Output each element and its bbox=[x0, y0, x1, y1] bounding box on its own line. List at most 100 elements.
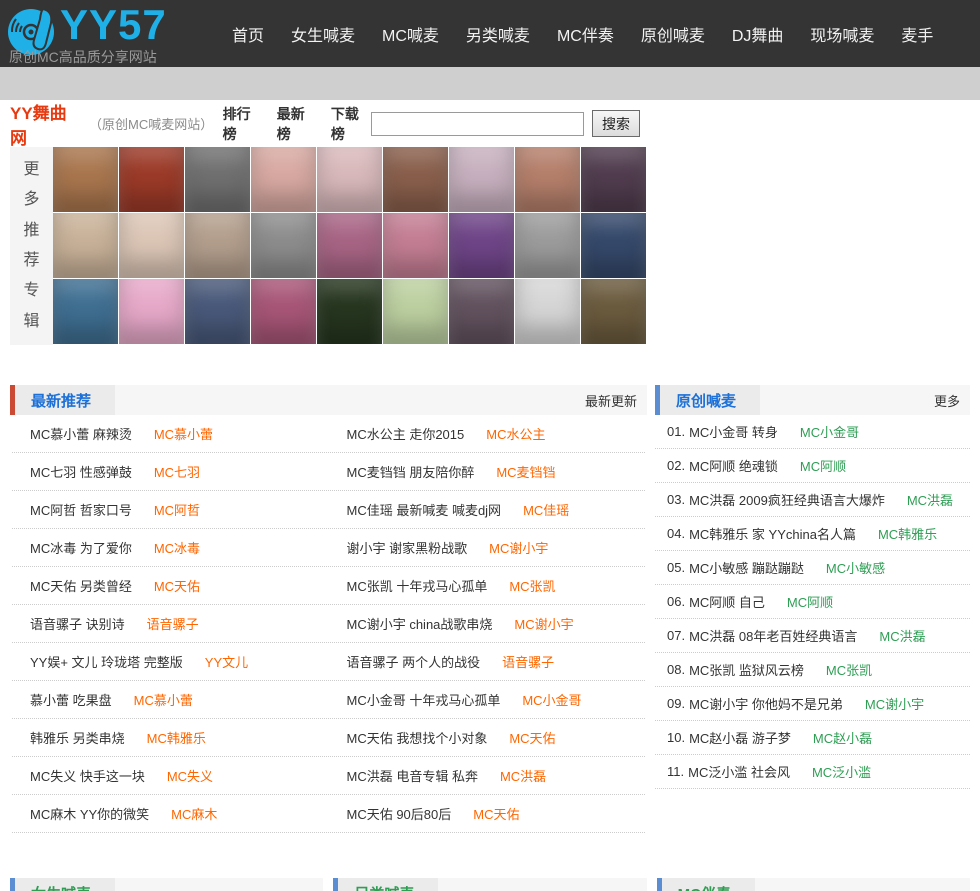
artist-link[interactable]: MC赵小磊 bbox=[813, 728, 872, 747]
rank-number: 08. bbox=[667, 662, 686, 677]
album-avatar[interactable] bbox=[53, 147, 118, 212]
rank-link-排行榜[interactable]: 排行榜 bbox=[223, 104, 263, 144]
album-avatar[interactable] bbox=[383, 213, 448, 278]
artist-link[interactable]: MC阿哲 bbox=[154, 500, 200, 519]
main-nav: 首页 女生喊麦 MC喊麦 另类喊麦 MC伴奏 原创喊麦 DJ舞曲 现场喊麦 麦手 bbox=[232, 22, 933, 46]
latest-more-link[interactable]: 最新更新 bbox=[585, 391, 647, 410]
artist-link[interactable]: MC失义 bbox=[167, 766, 213, 785]
artist-link[interactable]: MC洪磊 bbox=[879, 626, 925, 645]
album-avatar[interactable] bbox=[515, 147, 580, 212]
nav-item-MC喊麦[interactable]: MC喊麦 bbox=[382, 22, 439, 46]
more-albums-label: 更多推荐专辑 bbox=[10, 147, 53, 345]
album-avatar[interactable] bbox=[185, 279, 250, 344]
original-item: 05. MC小敏感 蹦跶蹦跶 MC小敏感 bbox=[655, 551, 970, 585]
album-avatar[interactable] bbox=[515, 213, 580, 278]
artist-link[interactable]: MC小敏感 bbox=[826, 558, 885, 577]
nav-item-MC伴奏[interactable]: MC伴奏 bbox=[557, 22, 614, 46]
album-avatar[interactable] bbox=[449, 213, 514, 278]
album-avatar[interactable] bbox=[53, 213, 118, 278]
song-title: MC佳瑶 最新喊麦 喊麦dj网 bbox=[346, 503, 502, 518]
latest-title-block: 最新推荐 bbox=[15, 385, 116, 415]
nav-item-麦手[interactable]: 麦手 bbox=[901, 22, 933, 46]
side-label-char: 辑 bbox=[23, 312, 40, 330]
album-avatar[interactable] bbox=[317, 213, 382, 278]
original-more-link[interactable]: 更多 bbox=[934, 391, 970, 410]
artist-link[interactable]: YY文儿 bbox=[205, 652, 248, 671]
album-avatar[interactable] bbox=[119, 213, 184, 278]
album-avatar[interactable] bbox=[449, 279, 514, 344]
site-logo[interactable]: YY57 原创MC高品质分享网站 bbox=[0, 0, 190, 67]
song-title: YY娱+ 文儿 玲珑塔 完整版 bbox=[30, 655, 183, 670]
nav-item-DJ舞曲[interactable]: DJ舞曲 bbox=[732, 22, 784, 46]
album-avatar[interactable] bbox=[515, 279, 580, 344]
main-content: 最新推荐 最新更新 MC慕小蕾 麻辣烫 MC慕小蕾 MC水公主 走你2015 MC水公… bbox=[10, 385, 970, 833]
artist-link[interactable]: MC天佑 bbox=[154, 576, 200, 595]
artist-link[interactable]: MC小金哥 bbox=[800, 422, 859, 441]
rank-number: 09. bbox=[667, 696, 686, 711]
artist-link[interactable]: MC韩雅乐 bbox=[878, 524, 937, 543]
original-item: 01. MC小金哥 转身 MC小金哥 bbox=[655, 415, 970, 449]
artist-link[interactable]: MC慕小蕾 bbox=[134, 690, 193, 709]
album-avatar[interactable] bbox=[53, 279, 118, 344]
search-button[interactable]: 搜索 bbox=[592, 110, 640, 137]
artist-link[interactable]: MC阿顺 bbox=[787, 592, 833, 611]
artist-link[interactable]: MC冰毒 bbox=[154, 538, 200, 557]
album-avatar[interactable] bbox=[317, 279, 382, 344]
artist-link[interactable]: MC小金哥 bbox=[522, 690, 581, 709]
latest-list: MC慕小蕾 麻辣烫 MC慕小蕾 MC水公主 走你2015 MC水公主 MC七羽 性感弹鼓… bbox=[10, 415, 647, 833]
nav-item-首页[interactable]: 首页 bbox=[232, 22, 264, 46]
song-title: MC小金哥 转身 bbox=[689, 425, 778, 440]
artist-link[interactable]: MC天佑 bbox=[509, 728, 555, 747]
artist-link[interactable]: MC韩雅乐 bbox=[147, 728, 206, 747]
album-avatar[interactable] bbox=[251, 279, 316, 344]
song-title: MC洪磊 电音专辑 私奔 bbox=[346, 769, 478, 784]
album-avatar[interactable] bbox=[383, 279, 448, 344]
artist-link[interactable]: MC麻木 bbox=[171, 804, 217, 823]
song-title: MC赵小磊 游子梦 bbox=[689, 731, 791, 746]
album-avatar[interactable] bbox=[185, 213, 250, 278]
search-area: 搜索 bbox=[371, 110, 640, 137]
artist-link[interactable]: MC谢小宇 bbox=[489, 538, 548, 557]
latest-item: 谢小宇 谢家黑粉战歌 MC谢小宇 bbox=[329, 538, 646, 557]
nav-item-另类喊麦[interactable]: 另类喊麦 bbox=[466, 22, 530, 46]
artist-link[interactable]: MC张凯 bbox=[826, 660, 872, 679]
artist-link[interactable]: MC水公主 bbox=[486, 424, 545, 443]
search-input[interactable] bbox=[371, 111, 584, 136]
artist-link[interactable]: MC七羽 bbox=[154, 462, 200, 481]
album-avatar[interactable] bbox=[119, 279, 184, 344]
nav-item-原创喊麦[interactable]: 原创喊麦 bbox=[641, 22, 705, 46]
artist-link[interactable]: MC麦铛铛 bbox=[496, 462, 555, 481]
nav-item-现场喊麦[interactable]: 现场喊麦 bbox=[810, 22, 874, 46]
artist-link[interactable]: MC洪磊 bbox=[500, 766, 546, 785]
rank-link-最新榜[interactable]: 最新榜 bbox=[277, 104, 317, 144]
artist-link[interactable]: 语音骡子 bbox=[147, 614, 199, 633]
artist-link[interactable]: MC谢小宇 bbox=[514, 614, 573, 633]
album-avatar[interactable] bbox=[449, 147, 514, 212]
song-title: 语音骡子 两个人的战役 bbox=[346, 655, 481, 670]
song-title: 谢小宇 谢家黑粉战歌 bbox=[346, 541, 468, 556]
album-avatar[interactable] bbox=[383, 147, 448, 212]
album-avatar[interactable] bbox=[581, 279, 646, 344]
song-title: MC韩雅乐 家 YYchina名人篇 bbox=[689, 527, 856, 542]
album-avatar[interactable] bbox=[581, 213, 646, 278]
artist-link[interactable]: 语音骡子 bbox=[502, 652, 554, 671]
artist-link[interactable]: MC张凯 bbox=[509, 576, 555, 595]
artist-link[interactable]: MC慕小蕾 bbox=[154, 424, 213, 443]
side-label-char: 推 bbox=[23, 221, 40, 239]
artist-link[interactable]: MC阿顺 bbox=[800, 456, 846, 475]
album-avatar[interactable] bbox=[185, 147, 250, 212]
artist-link[interactable]: MC天佑 bbox=[473, 804, 519, 823]
bottom-section-title: 另类喊麦 bbox=[354, 883, 414, 891]
album-avatar[interactable] bbox=[251, 213, 316, 278]
nav-item-女生喊麦[interactable]: 女生喊麦 bbox=[291, 22, 355, 46]
artist-link[interactable]: MC谢小宇 bbox=[865, 694, 924, 713]
album-avatar[interactable] bbox=[317, 147, 382, 212]
album-avatar[interactable] bbox=[581, 147, 646, 212]
album-avatar[interactable] bbox=[251, 147, 316, 212]
rank-link-下载榜[interactable]: 下载榜 bbox=[331, 104, 371, 144]
album-avatar[interactable] bbox=[119, 147, 184, 212]
artist-link[interactable]: MC洪磊 bbox=[907, 490, 953, 509]
artist-link[interactable]: MC泛小滥 bbox=[812, 762, 871, 781]
latest-item: MC洪磊 电音专辑 私奔 MC洪磊 bbox=[329, 766, 646, 785]
artist-link[interactable]: MC佳瑶 bbox=[523, 500, 569, 519]
